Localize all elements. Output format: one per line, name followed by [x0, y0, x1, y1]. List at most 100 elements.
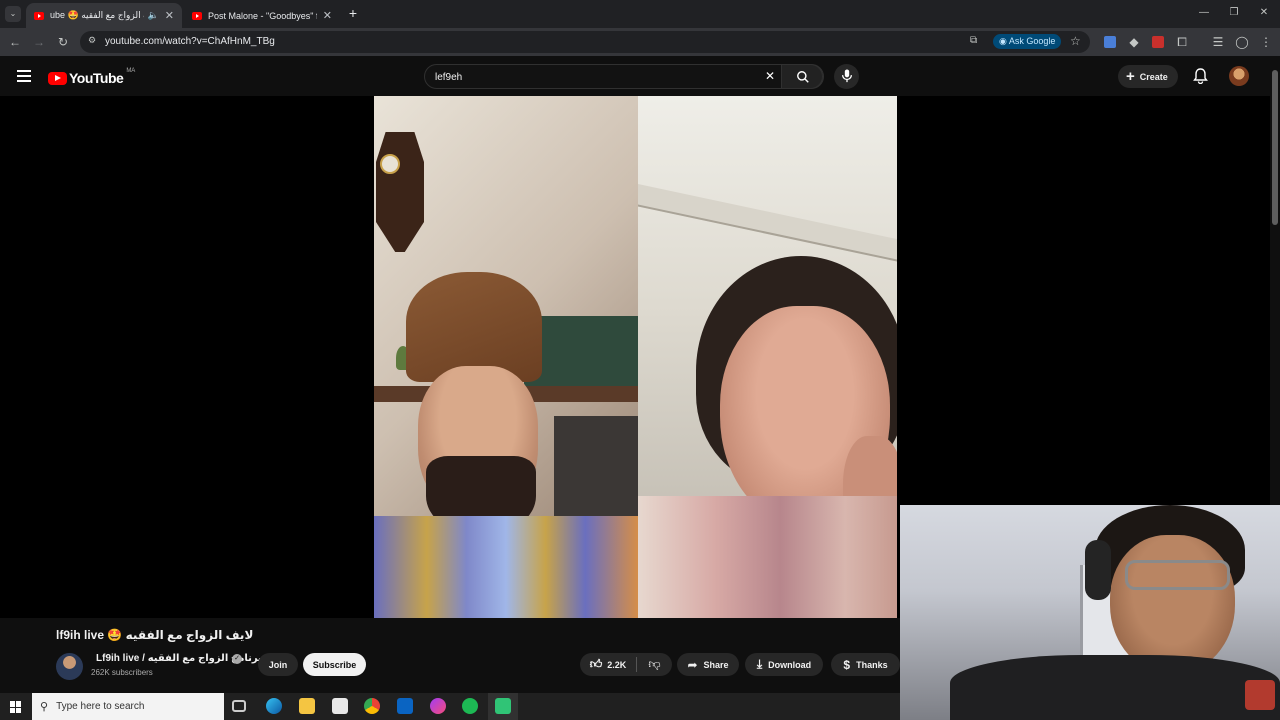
video-right-panel — [638, 96, 897, 618]
tab-title: ube 🤩 لايف الزواج مع الفقيه — [50, 10, 144, 20]
search-icon — [797, 71, 809, 83]
tab-youtube-video[interactable]: ube 🤩 لايف الزواج مع الفقيه 🔈 ✕ — [26, 3, 182, 28]
youtube-favicon-icon — [192, 11, 202, 20]
share-arrow-icon: ➦ — [687, 657, 698, 672]
search-input[interactable] — [435, 69, 735, 85]
window-close-icon[interactable]: ✕ — [1256, 5, 1272, 21]
extension-red-icon[interactable] — [1150, 34, 1166, 50]
clock-face — [380, 154, 400, 174]
share-button[interactable]: ➦ Share — [677, 653, 739, 676]
subscribe-button[interactable]: Subscribe — [303, 653, 366, 676]
scrollbar-thumb[interactable] — [1272, 70, 1278, 225]
address-bar[interactable]: ⚙ youtube.com/watch?v=ChAfHnM_TBg ⧉ ◉ As… — [80, 31, 1090, 53]
profile-icon[interactable]: ◯ — [1234, 34, 1250, 50]
browser-tab-bar: ⌄ ube 🤩 لايف الزواج مع الفقيه 🔈 ✕ Post M… — [0, 0, 1280, 28]
active-app-indicator — [488, 693, 518, 720]
extension-diamond-icon[interactable]: ◆ — [1126, 34, 1142, 50]
tab-title: Post Malone - "Goodbyes" ft. Yo — [208, 10, 317, 21]
webcam-overlay — [900, 505, 1280, 720]
tab-post-malone[interactable]: Post Malone - "Goodbyes" ft. Yo ✕ — [184, 3, 340, 28]
download-button[interactable]: ⤓ Download — [745, 653, 823, 676]
thumbs-up-icon: 👍︎ — [589, 657, 603, 671]
media-control-icon[interactable]: ☰ — [1210, 34, 1226, 50]
notifications-bell-icon[interactable] — [1193, 68, 1208, 85]
forward-icon[interactable]: → — [31, 34, 47, 50]
tab-close-icon[interactable]: ✕ — [165, 9, 174, 22]
messenger-icon[interactable] — [430, 698, 446, 714]
chrome-icon[interactable] — [364, 698, 380, 714]
lens-icon: ◉ — [999, 36, 1009, 46]
thanks-button[interactable]: $ Thanks — [831, 653, 900, 676]
create-button[interactable]: + Create — [1118, 65, 1178, 88]
account-avatar[interactable] — [1229, 66, 1249, 86]
install-app-icon[interactable]: ⧉ — [970, 35, 977, 46]
youtube-wordmark: YouTube — [69, 70, 124, 86]
hamburger-menu-icon[interactable] — [17, 70, 31, 82]
share-label: Share — [703, 659, 729, 670]
robe — [374, 516, 638, 618]
verified-check-icon: ✓ — [232, 654, 242, 664]
like-button[interactable]: 👍︎ 2.2K — [580, 653, 636, 676]
tab-search-icon[interactable]: ⌄ — [5, 6, 21, 22]
clear-search-icon[interactable]: ✕ — [765, 69, 775, 83]
download-label: Download — [768, 659, 812, 670]
youtube-play-icon — [48, 71, 67, 85]
create-label: Create — [1139, 71, 1168, 82]
browser-menu-icon[interactable]: ⋮ — [1258, 34, 1274, 50]
glasses — [1125, 560, 1230, 590]
country-code: MA — [126, 68, 136, 74]
voice-search-button[interactable] — [834, 64, 859, 89]
youtube-favicon-icon — [34, 11, 44, 20]
thumbs-down-icon: 👎︎ — [648, 657, 661, 671]
edge-icon[interactable] — [266, 698, 282, 714]
thanks-label: Thanks — [856, 659, 888, 670]
spotify-icon[interactable] — [462, 698, 478, 714]
file-explorer-icon[interactable] — [299, 698, 315, 714]
channel-avatar[interactable] — [56, 653, 83, 680]
subscriber-count: 262K subscribers — [91, 668, 153, 677]
new-tab-icon[interactable]: + — [345, 5, 361, 21]
taskbar-search-placeholder: Type here to search — [56, 701, 145, 712]
taskbar-search-box[interactable]: ⚲ Type here to search — [32, 693, 224, 720]
minimize-icon[interactable]: — — [1196, 5, 1212, 21]
back-icon[interactable]: ← — [7, 34, 23, 50]
video-frame[interactable] — [374, 96, 897, 618]
windows-start-icon[interactable] — [10, 701, 22, 713]
bookmark-star-icon[interactable]: ☆ — [1070, 34, 1081, 48]
video-meta: lf9ih live 🤩 لايف الزواج مع الفقيه Lf9ih… — [0, 618, 900, 688]
video-left-panel — [374, 96, 638, 618]
search-button[interactable] — [781, 64, 823, 89]
video-title: lf9ih live 🤩 لايف الزواج مع الفقيه — [56, 628, 254, 642]
task-view-icon[interactable] — [232, 700, 246, 712]
ceiling-beam — [638, 184, 897, 266]
shirt — [950, 655, 1280, 720]
shirt — [638, 496, 897, 618]
super-thanks-icon: $ — [843, 657, 851, 672]
headphones — [1085, 540, 1111, 600]
join-button[interactable]: Join — [258, 653, 298, 676]
site-info-icon[interactable]: ⚙ — [88, 35, 96, 46]
microphone-icon — [841, 69, 853, 83]
download-icon: ⤓ — [756, 657, 763, 671]
youtube-logo[interactable]: YouTube MA — [48, 68, 136, 86]
windows-taskbar: ⚲ Type here to search — [0, 693, 900, 720]
tab-close-icon[interactable]: ✕ — [323, 9, 332, 22]
wall-clock — [376, 132, 424, 252]
restore-icon[interactable]: ❐ — [1226, 5, 1242, 21]
ask-google-label: Ask Google — [1008, 36, 1056, 46]
webcam-logo — [1245, 680, 1275, 710]
browser-toolbar: ← → ↻ ⚙ youtube.com/watch?v=ChAfHnM_TBg … — [0, 28, 1280, 56]
extensions-puzzle-icon[interactable]: ⧠ — [1174, 34, 1190, 50]
dislike-button[interactable]: 👎︎ — [637, 653, 672, 676]
taskbar-search-icon: ⚲ — [40, 701, 49, 713]
outlook-icon[interactable] — [397, 698, 413, 714]
subscribe-label: Subscribe — [312, 659, 357, 670]
ask-google-button[interactable]: ◉ Ask Google — [993, 34, 1062, 49]
reload-icon[interactable]: ↻ — [55, 34, 71, 50]
translate-extension-icon[interactable] — [1102, 34, 1118, 50]
join-label: Join — [268, 659, 288, 670]
plus-icon: + — [1126, 68, 1135, 85]
store-icon[interactable] — [332, 698, 348, 714]
audio-icon[interactable]: 🔈 — [148, 10, 159, 21]
url-text: youtube.com/watch?v=ChAfHnM_TBg — [105, 36, 275, 47]
